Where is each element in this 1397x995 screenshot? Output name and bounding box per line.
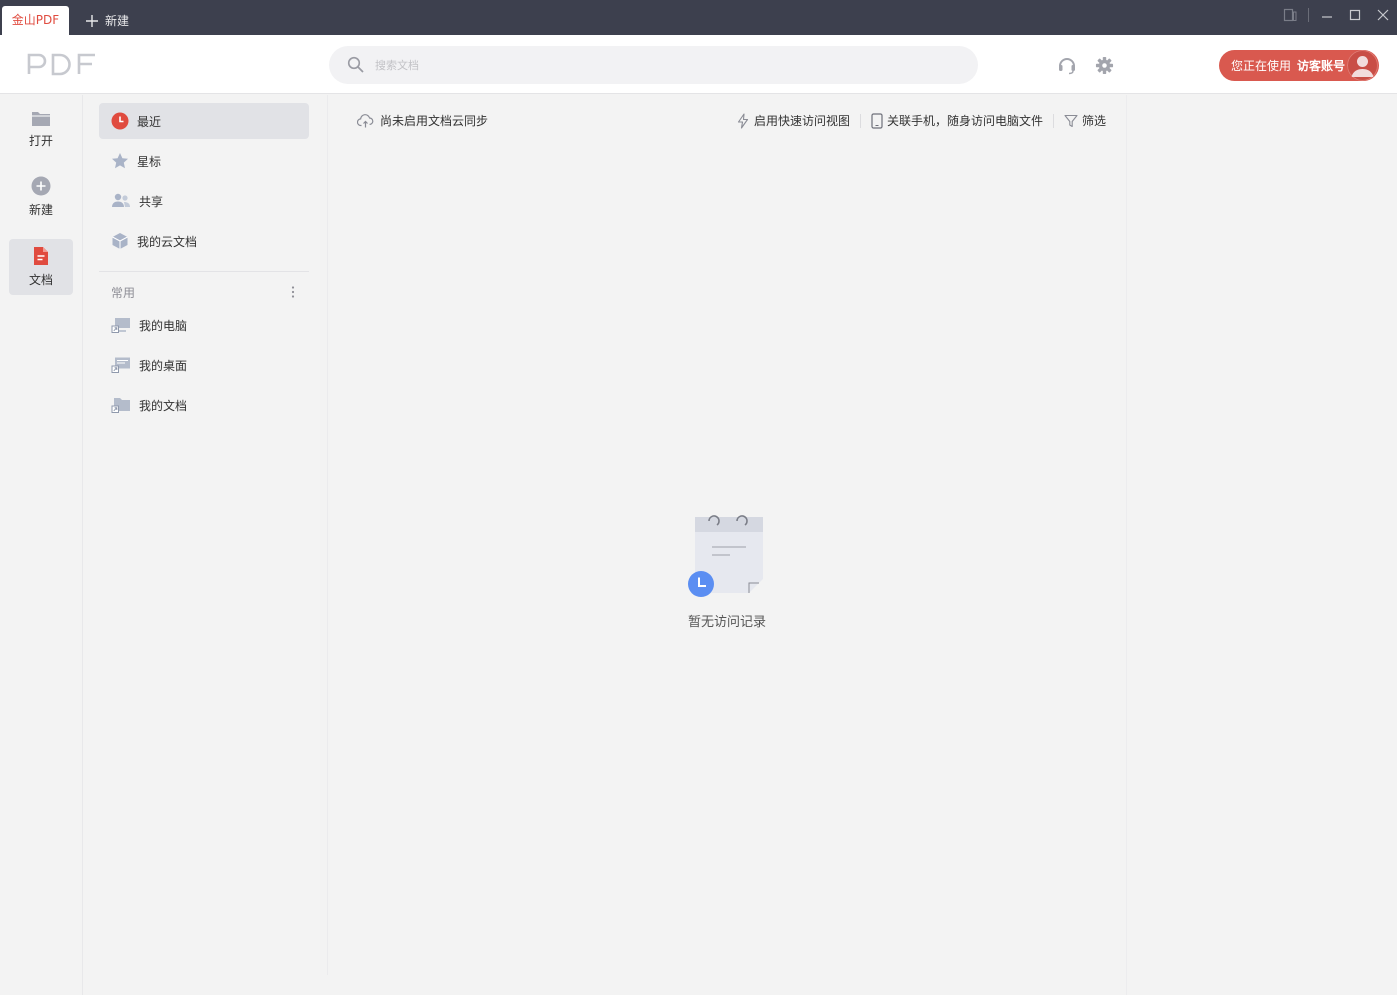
empty-state-text: 暂无访问记录 <box>687 615 766 630</box>
empty-calendar-icon <box>685 507 769 599</box>
search-box[interactable] <box>329 46 978 84</box>
maximize-icon <box>1349 9 1361 21</box>
section-more-button[interactable] <box>289 285 297 299</box>
more-vertical-icon <box>289 285 297 299</box>
document-sidebar: 最近 星标 共享 我的云文档 常用 我的电脑 我的桌面 我的文档 <box>84 95 328 975</box>
customer-service-button[interactable] <box>1056 54 1078 76</box>
filter-label: 筛选 <box>1081 114 1106 128</box>
filter-button[interactable]: 筛选 <box>1064 112 1106 129</box>
list-toolbar: 启用快速访问视图 关联手机，随身访问电脑文件 筛选 <box>736 112 1106 129</box>
link-phone-label: 关联手机，随身访问电脑文件 <box>886 114 1043 128</box>
window-controls <box>1276 0 1397 30</box>
empty-state: 暂无访问记录 <box>685 507 769 630</box>
filter-icon <box>1064 114 1078 128</box>
nav-documents[interactable]: 文档 <box>9 239 73 295</box>
sidebar-item-label: 我的文档 <box>139 398 188 413</box>
minimize-button[interactable] <box>1313 0 1341 30</box>
nav-new[interactable]: 新建 <box>9 169 73 225</box>
clock-icon <box>111 112 129 130</box>
star-icon <box>111 152 129 170</box>
gear-icon <box>1095 56 1114 75</box>
sidebar-item-label: 我的桌面 <box>139 358 188 373</box>
sidebar-item-recent[interactable]: 最近 <box>99 103 309 139</box>
folder-shortcut-icon <box>111 396 131 414</box>
new-tab-button[interactable]: 新建 <box>86 6 129 35</box>
close-button[interactable] <box>1369 0 1397 30</box>
desktop-shortcut-icon <box>111 356 131 374</box>
sidebar-item-my-desktop[interactable]: 我的桌面 <box>99 347 309 383</box>
nav-open-label: 打开 <box>28 134 53 148</box>
account-name: 访客账号 <box>1297 59 1346 73</box>
right-blank-area <box>1127 95 1397 995</box>
recent-files-panel: 尚未启用文档云同步 启用快速访问视图 关联手机，随身访问电脑文件 筛选 暂无访问… <box>329 95 1127 995</box>
lightning-icon <box>736 112 750 129</box>
nav-documents-label: 文档 <box>28 273 53 287</box>
nav-open[interactable]: 打开 <box>9 101 73 157</box>
pdf-logo <box>27 52 97 76</box>
maximize-button[interactable] <box>1341 0 1369 30</box>
plus-icon <box>86 14 98 27</box>
cloud-box-icon <box>111 232 129 250</box>
cloud-sync-icon <box>357 113 374 128</box>
plus-circle-icon <box>31 176 51 196</box>
headset-icon <box>1057 55 1077 75</box>
toolbar-divider <box>1052 113 1054 128</box>
document-icon <box>32 246 50 266</box>
account-button[interactable]: 您正在使用 访客账号 <box>1219 50 1379 81</box>
toolbar-divider <box>859 113 861 128</box>
cloud-sync-link[interactable]: 尚未启用文档云同步 <box>357 112 488 129</box>
app-header: 您正在使用 访客账号 <box>0 35 1397 94</box>
sidebar-item-label: 我的云文档 <box>137 234 198 249</box>
computer-shortcut-icon <box>111 316 131 334</box>
section-title-common: 常用 <box>111 286 136 300</box>
tab-kingsoft-pdf[interactable]: 金山PDF <box>2 6 69 35</box>
quick-view-label: 启用快速访问视图 <box>753 114 850 128</box>
close-icon <box>1377 9 1389 21</box>
users-icon <box>111 192 131 210</box>
sidebar-divider <box>99 271 309 272</box>
reading-mode-button[interactable] <box>1276 0 1304 30</box>
settings-button[interactable] <box>1093 54 1115 76</box>
quick-view-button[interactable]: 启用快速访问视图 <box>736 112 850 129</box>
account-prefix: 您正在使用 <box>1231 59 1292 73</box>
sidebar-item-label: 星标 <box>137 154 162 169</box>
nav-new-label: 新建 <box>28 203 53 217</box>
sidebar-item-label: 我的电脑 <box>139 318 188 333</box>
sidebar-item-shared[interactable]: 共享 <box>99 183 309 219</box>
window-controls-divider <box>1308 8 1309 22</box>
cloud-sync-label: 尚未启用文档云同步 <box>380 114 489 128</box>
new-tab-label: 新建 <box>105 14 130 28</box>
phone-icon <box>871 112 883 129</box>
title-bar: 金山PDF 新建 <box>0 0 1397 35</box>
sidebar-item-label: 最近 <box>137 114 162 129</box>
user-avatar-icon <box>1347 50 1378 81</box>
search-icon <box>347 56 365 74</box>
avatar[interactable] <box>1347 50 1378 81</box>
sidebar-item-starred[interactable]: 星标 <box>99 143 309 179</box>
link-phone-button[interactable]: 关联手机，随身访问电脑文件 <box>871 112 1043 129</box>
sidebar-item-my-computer[interactable]: 我的电脑 <box>99 307 309 343</box>
sidebar-item-my-documents[interactable]: 我的文档 <box>99 387 309 423</box>
sidebar-item-label: 共享 <box>139 194 164 209</box>
tablet-icon <box>1283 8 1297 22</box>
primary-nav: 打开 新建 文档 <box>0 95 83 995</box>
minimize-icon <box>1321 9 1333 21</box>
pdf-logo-mark <box>27 53 95 76</box>
folder-icon <box>31 109 51 127</box>
search-input[interactable] <box>375 46 955 84</box>
sidebar-item-cloud-docs[interactable]: 我的云文档 <box>99 223 309 259</box>
